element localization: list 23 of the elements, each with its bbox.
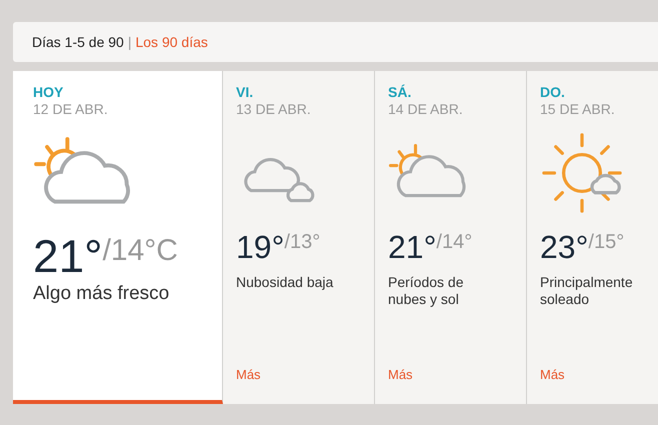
condition-text: Principalmente soleado: [540, 274, 634, 309]
condition-text: Períodos de nubes y sol: [388, 274, 464, 309]
temperature: 21°$^{/14°C}$: [33, 229, 179, 283]
separator: |: [128, 34, 132, 50]
day-name: DO.: [540, 84, 566, 100]
day-date: 12 DE ABR.: [33, 101, 109, 117]
day-name: VI.: [236, 84, 254, 100]
day-name: SÁ.: [388, 84, 412, 100]
temperature: 19°$^{/13°}$: [236, 229, 322, 266]
range-label: Días 1-5 de 90: [32, 34, 124, 50]
day-date: 13 DE ABR.: [236, 101, 312, 117]
day-name: HOY: [33, 84, 64, 100]
day-card[interactable]: HOY 12 DE ABR. 21°$^{/14°C}$ Algo más fresco: [13, 71, 223, 404]
condition-text: Nubosidad baja: [236, 274, 334, 292]
day-card[interactable]: SÁ. 14 DE ABR. 21°$^{/14°}$ Períodos de nubes y sol Más: [375, 71, 527, 404]
day-card[interactable]: DO. 15 DE ABR. 23°$^{/15°}$ Principalmente soleado Más: [527, 71, 658, 404]
day-card[interactable]: VI. 13 DE ABR. 19°$^{/13°}$ Nubosidad baja Más: [223, 71, 375, 404]
day-date: 15 DE ABR.: [540, 101, 616, 117]
day-date: 14 DE ABR.: [388, 101, 464, 117]
condition-text: Algo más fresco: [33, 285, 170, 306]
temperature: 21°$^{/14°}$: [388, 229, 474, 266]
sun-cloud-icon: [540, 131, 624, 215]
temperature: 23°$^{/15°}$: [540, 229, 626, 266]
